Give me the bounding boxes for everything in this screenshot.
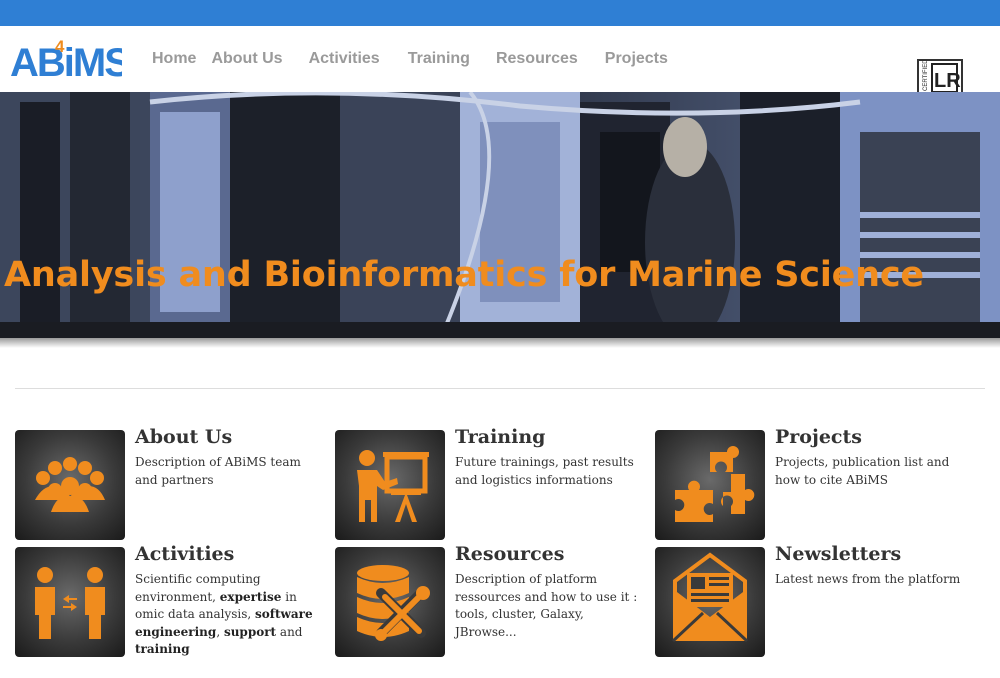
card-description: Projects, publication list and how to ci… (775, 455, 950, 487)
top-bar (0, 0, 1000, 26)
puzzle-icon[interactable] (655, 430, 765, 540)
main-nav: Home About Us Activities Training Resour… (152, 50, 668, 68)
card-title[interactable]: About Us (135, 426, 232, 448)
envelope-newsletter-icon[interactable] (655, 547, 765, 657)
card-about-us[interactable]: About Us Description of ABiMS team and p… (15, 426, 325, 542)
nav-resources[interactable]: Resources (496, 50, 578, 68)
card-description: Latest news from the platform (775, 572, 961, 586)
hero-title: Analysis and Bioinformatics for Marine S… (4, 255, 924, 295)
card-description: Future trainings, past results and logis… (455, 455, 634, 487)
nav-activities[interactable]: Activities (309, 50, 380, 68)
svg-text:4: 4 (55, 37, 65, 56)
abims-logo[interactable]: ABiMS 4 (10, 36, 132, 85)
presentation-icon[interactable] (335, 430, 445, 540)
card-training[interactable]: Training Future trainings, past results … (335, 426, 645, 542)
card-description: Description of ABiMS team and partners (135, 455, 301, 487)
card-description: Scientific computing environment, expert… (135, 572, 313, 656)
card-projects[interactable]: Projects Projects, publication list and … (655, 426, 965, 542)
nav-training[interactable]: Training (408, 50, 470, 68)
site-header: ABiMS 4 Home About Us Activities Trainin… (0, 26, 1000, 109)
section-divider (15, 388, 985, 389)
card-title[interactable]: Newsletters (775, 543, 901, 565)
card-activities[interactable]: Activities Scientific computing environm… (15, 543, 325, 659)
hero-bottom-shadow (0, 338, 1000, 348)
card-title[interactable]: Projects (775, 426, 862, 448)
nav-home[interactable]: Home (152, 50, 196, 68)
svg-text:CERTIFIED: CERTIFIED (923, 61, 929, 91)
card-title[interactable]: Activities (135, 543, 234, 565)
server-room-photo (0, 92, 1000, 340)
card-description: Description of platform ressources and h… (455, 572, 638, 639)
svg-text:ABiMS: ABiMS (10, 41, 122, 84)
card-resources[interactable]: Resources Description of platform ressou… (335, 543, 645, 659)
database-tools-icon[interactable] (335, 547, 445, 657)
exchange-icon[interactable] (15, 547, 125, 657)
hero-banner: Analysis and Bioinformatics for Marine S… (0, 92, 1000, 340)
nav-about-us[interactable]: About Us (211, 50, 282, 68)
card-newsletters[interactable]: Newsletters Latest news from the platfor… (655, 543, 965, 659)
svg-text:LR: LR (934, 70, 961, 92)
nav-projects[interactable]: Projects (605, 50, 668, 68)
card-title[interactable]: Training (455, 426, 545, 448)
card-title[interactable]: Resources (455, 543, 564, 565)
team-icon[interactable] (15, 430, 125, 540)
